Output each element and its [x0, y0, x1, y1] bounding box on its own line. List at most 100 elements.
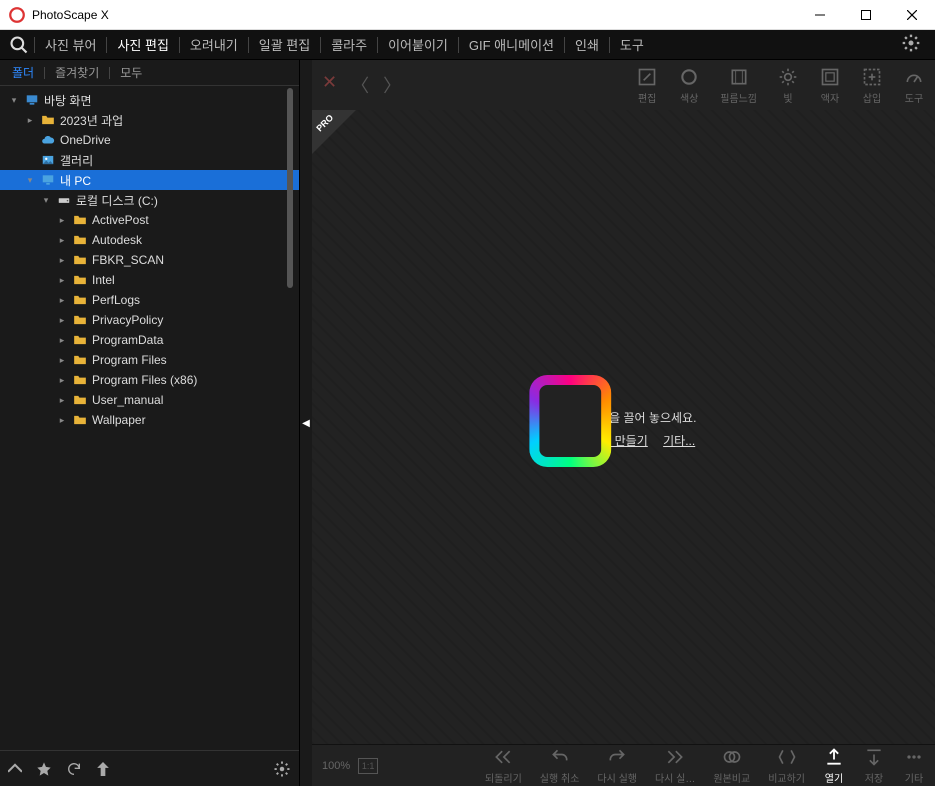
pro-badge[interactable]: [312, 110, 356, 154]
tree-row-root[interactable]: ▾바탕 화면: [0, 90, 299, 110]
expand-up-icon[interactable]: [8, 762, 22, 776]
folder-tree[interactable]: ▾바탕 화면▸2023년 과업OneDrive 갤러리▾내 PC▾로컬 디스크 (…: [0, 86, 299, 750]
titlebar: PhotoScape X: [0, 0, 935, 30]
tool-gauge[interactable]: 도구: [903, 66, 925, 105]
tree-row-10[interactable]: ▸PrivacyPolicy: [0, 310, 299, 330]
refresh-icon[interactable]: [66, 761, 82, 777]
chevron-down-icon[interactable]: ▾: [24, 175, 36, 186]
menu-item-0[interactable]: 사진 뷰어: [35, 35, 106, 54]
chevron-right-icon[interactable]: ▸: [24, 115, 36, 126]
zoom-label[interactable]: 100%: [322, 760, 350, 772]
menu-item-3[interactable]: 일괄 편집: [249, 35, 320, 54]
chevron-down-icon[interactable]: ▾: [8, 95, 20, 106]
tree-row-7[interactable]: ▸FBKR_SCAN: [0, 250, 299, 270]
up-arrow-icon[interactable]: [96, 762, 110, 776]
maximize-button[interactable]: [843, 0, 889, 30]
bottom-tool-undo[interactable]: 실행 취소: [540, 746, 580, 785]
folder-yellow-icon: [72, 332, 88, 348]
chevron-right-icon[interactable]: ▸: [56, 395, 68, 406]
menu-item-5[interactable]: 이어붙이기: [378, 35, 458, 54]
tree-row-3[interactable]: ▾내 PC: [0, 170, 299, 190]
chevron-right-icon[interactable]: ▸: [56, 215, 68, 226]
tree-row-13[interactable]: ▸Program Files (x86): [0, 370, 299, 390]
bottom-tool-redo-all[interactable]: 다시 실…: [655, 746, 695, 785]
bottom-tool-redo[interactable]: 다시 실행: [597, 746, 637, 785]
menu-item-2[interactable]: 오려내기: [180, 35, 248, 54]
chevron-right-icon[interactable]: ▸: [56, 235, 68, 246]
chevron-right-icon[interactable]: ▸: [56, 415, 68, 426]
tree-row-9[interactable]: ▸PerfLogs: [0, 290, 299, 310]
tree-row-5[interactable]: ▸ActivePost: [0, 210, 299, 230]
menu-item-1[interactable]: 사진 편집: [107, 35, 178, 54]
folder-yellow-icon: [72, 392, 88, 408]
bottom-tool-more[interactable]: 기타: [903, 746, 925, 785]
menu-item-6[interactable]: GIF 애니메이션: [459, 35, 564, 54]
chevron-right-icon[interactable]: ▸: [56, 315, 68, 326]
monitor-icon: [40, 172, 56, 188]
canvas[interactable]: PRO 여기에 사진을 끌어 놓으세요. 열기 새로 만들기 기타...: [312, 110, 935, 744]
drop-rect-icon: [529, 375, 611, 467]
tree-row-15[interactable]: ▸Wallpaper: [0, 410, 299, 430]
bottom-tool-label: 기타: [905, 770, 923, 785]
tree-row-0[interactable]: ▸2023년 과업: [0, 110, 299, 130]
side-tab-1[interactable]: 즐겨찾기: [51, 62, 103, 83]
tree-row-12[interactable]: ▸Program Files: [0, 350, 299, 370]
bottom-tool-label: 비교하기: [768, 770, 805, 785]
other-link[interactable]: 기타...: [663, 434, 695, 448]
menu-item-7[interactable]: 인쇄: [565, 35, 609, 54]
settings-icon[interactable]: [895, 33, 927, 56]
chevron-right-icon[interactable]: ▸: [56, 275, 68, 286]
tree-row-4[interactable]: ▾로컬 디스크 (C:): [0, 190, 299, 210]
scrollbar-thumb[interactable]: [287, 88, 293, 288]
tree-row-1[interactable]: OneDrive: [0, 130, 299, 150]
folder-yellow-icon: [72, 352, 88, 368]
tree-label: 갤러리: [60, 152, 93, 169]
side-tab-2[interactable]: 모두: [116, 62, 146, 83]
tree-row-14[interactable]: ▸User_manual: [0, 390, 299, 410]
tree-row-2[interactable]: 갤러리: [0, 150, 299, 170]
bottom-tool-undo-all[interactable]: 되돌리기: [485, 746, 522, 785]
tool-insert[interactable]: 삽입: [861, 66, 883, 105]
menu-item-4[interactable]: 콜라주: [321, 35, 377, 54]
film-icon: [728, 66, 750, 88]
fit-button[interactable]: 1:1: [358, 758, 378, 774]
menu-item-8[interactable]: 도구: [610, 35, 654, 54]
bottom-tool-compare2[interactable]: 비교하기: [768, 746, 805, 785]
chevron-down-icon[interactable]: ▾: [40, 195, 52, 206]
folder-yellow-icon: [72, 232, 88, 248]
menubar: 사진 뷰어사진 편집오려내기일괄 편집콜라주이어붙이기GIF 애니메이션인쇄도구: [0, 30, 935, 60]
tool-frame[interactable]: 액자: [819, 66, 841, 105]
side-tab-0[interactable]: 폴더: [8, 62, 38, 83]
close-button[interactable]: [889, 0, 935, 30]
chevron-right-icon[interactable]: ▸: [56, 335, 68, 346]
prev-icon[interactable]: 〈: [351, 72, 369, 98]
splitter[interactable]: ◀: [300, 60, 312, 786]
bottom-tools: 되돌리기실행 취소 다시 실행 다시 실… 원본비교비교하기 열기 저장 기타: [485, 746, 925, 785]
bottom-tool-label: 열기: [825, 770, 843, 785]
tool-sun[interactable]: 빛: [777, 66, 799, 105]
search-icon[interactable]: [8, 34, 30, 56]
star-icon[interactable]: [36, 761, 52, 777]
tree-row-6[interactable]: ▸Autodesk: [0, 230, 299, 250]
chevron-right-icon[interactable]: ▸: [56, 375, 68, 386]
tree-row-8[interactable]: ▸Intel: [0, 270, 299, 290]
chevron-right-icon[interactable]: ▸: [56, 255, 68, 266]
tool-film[interactable]: 필름느낌: [720, 66, 757, 105]
bottom-tool-compare[interactable]: 원본비교: [713, 746, 750, 785]
chevron-right-icon[interactable]: ▸: [56, 295, 68, 306]
close-preview-icon[interactable]: ✕: [322, 72, 337, 98]
tool-edit[interactable]: 편집: [636, 66, 658, 105]
bottom-tool-label: 저장: [865, 770, 883, 785]
chevron-right-icon[interactable]: ▸: [56, 355, 68, 366]
sidebar-gear-icon[interactable]: [273, 760, 291, 778]
bottom-tool-save[interactable]: 저장: [863, 746, 885, 785]
folder-yellow-icon: [72, 312, 88, 328]
open-icon: [823, 746, 845, 768]
tool-circle[interactable]: 색상: [678, 66, 700, 105]
gallery-icon: [40, 152, 56, 168]
minimize-button[interactable]: [797, 0, 843, 30]
bottom-tool-label: 실행 취소: [540, 770, 580, 785]
bottom-tool-open[interactable]: 열기: [823, 746, 845, 785]
next-icon[interactable]: 〉: [383, 72, 401, 98]
tree-row-11[interactable]: ▸ProgramData: [0, 330, 299, 350]
